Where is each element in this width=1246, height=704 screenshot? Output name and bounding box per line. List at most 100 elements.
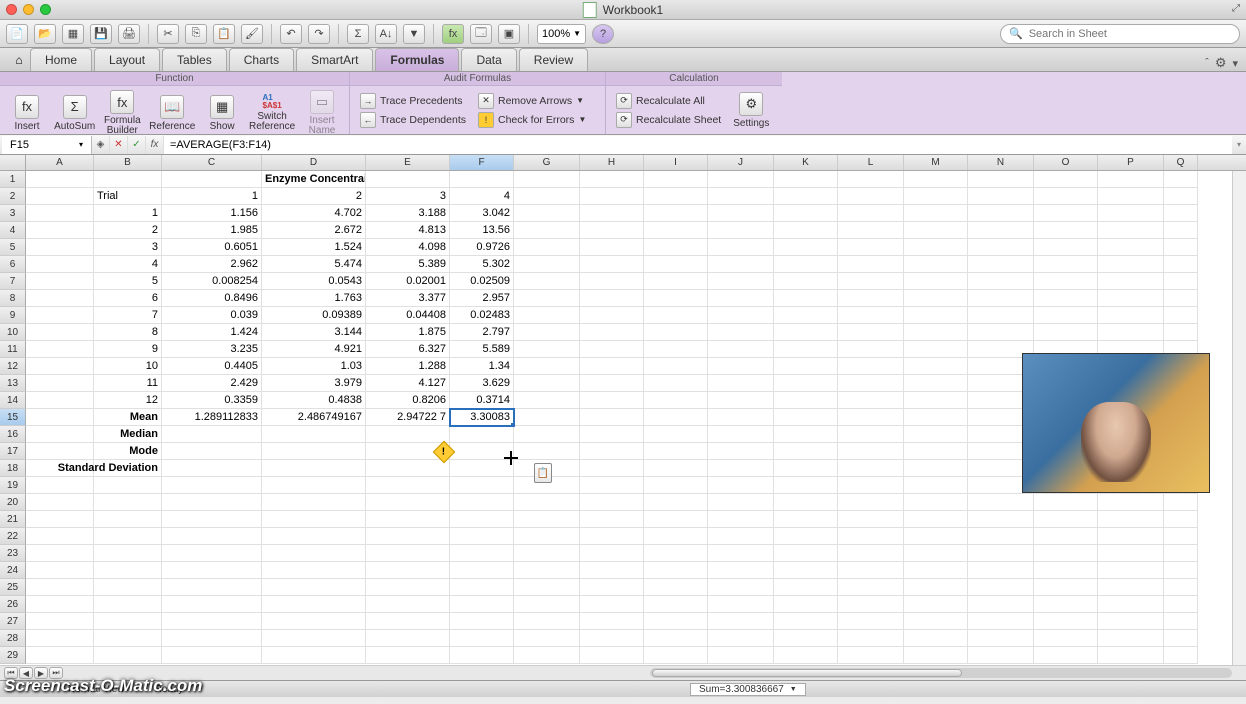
cell-N8[interactable] [968, 290, 1034, 307]
cell-M16[interactable] [904, 426, 968, 443]
column-header-L[interactable]: L [838, 155, 904, 170]
cell-H12[interactable] [580, 358, 644, 375]
cell-J29[interactable] [708, 647, 774, 664]
cell-H23[interactable] [580, 545, 644, 562]
cell-A28[interactable] [26, 630, 94, 647]
cell-M23[interactable] [904, 545, 968, 562]
formula-input[interactable]: =AVERAGE(F3:F14) [164, 136, 1232, 154]
cell-G23[interactable] [514, 545, 580, 562]
cell-B24[interactable] [94, 562, 162, 579]
cell-B6[interactable]: 4 [94, 256, 162, 273]
cell-Q9[interactable] [1164, 307, 1198, 324]
cell-L28[interactable] [838, 630, 904, 647]
cell-B25[interactable] [94, 579, 162, 596]
media-button[interactable]: ▣ [498, 24, 520, 44]
cell-A3[interactable] [26, 205, 94, 222]
cell-L3[interactable] [838, 205, 904, 222]
cell-D2[interactable]: 2 [262, 188, 366, 205]
help-button[interactable]: ? [592, 24, 614, 44]
cell-L14[interactable] [838, 392, 904, 409]
tab-layout[interactable]: Layout [94, 48, 160, 71]
row-header[interactable]: 4 [0, 222, 26, 239]
cell-J5[interactable] [708, 239, 774, 256]
cell-B27[interactable] [94, 613, 162, 630]
cell-C13[interactable]: 2.429 [162, 375, 262, 392]
cell-E14[interactable]: 0.8206 [366, 392, 450, 409]
search-input[interactable] [1029, 28, 1231, 40]
cell-J8[interactable] [708, 290, 774, 307]
cell-P7[interactable] [1098, 273, 1164, 290]
row-header[interactable]: 12 [0, 358, 26, 375]
cell-K15[interactable] [774, 409, 838, 426]
cell-D4[interactable]: 2.672 [262, 222, 366, 239]
cell-K8[interactable] [774, 290, 838, 307]
cell-M1[interactable] [904, 171, 968, 188]
cell-K22[interactable] [774, 528, 838, 545]
cell-H26[interactable] [580, 596, 644, 613]
cell-O10[interactable] [1034, 324, 1098, 341]
cell-E26[interactable] [366, 596, 450, 613]
print-button[interactable]: 🖨 [118, 24, 140, 44]
cell-O23[interactable] [1034, 545, 1098, 562]
cell-Q2[interactable] [1164, 188, 1198, 205]
cell-C6[interactable]: 2.962 [162, 256, 262, 273]
tab-charts[interactable]: Charts [229, 48, 294, 71]
cell-N7[interactable] [968, 273, 1034, 290]
cell-P5[interactable] [1098, 239, 1164, 256]
cell-C2[interactable]: 1 [162, 188, 262, 205]
cell-C4[interactable]: 1.985 [162, 222, 262, 239]
cell-H14[interactable] [580, 392, 644, 409]
cell-E11[interactable]: 6.327 [366, 341, 450, 358]
cancel-formula-button[interactable]: ✕ [110, 136, 128, 154]
cell-L5[interactable] [838, 239, 904, 256]
cell-A25[interactable] [26, 579, 94, 596]
formula-builder-button[interactable]: fx Formula Builder [101, 88, 143, 138]
cell-M10[interactable] [904, 324, 968, 341]
insert-function-button[interactable]: fx Insert [6, 93, 48, 134]
cell-K4[interactable] [774, 222, 838, 239]
cell-D12[interactable]: 1.03 [262, 358, 366, 375]
switch-reference-button[interactable]: A1 $A$1 Switch Reference [247, 92, 297, 134]
cell-C15[interactable]: 1.289112833 [162, 409, 262, 426]
cell-I26[interactable] [644, 596, 708, 613]
cell-F1[interactable] [450, 171, 514, 188]
cell-N27[interactable] [968, 613, 1034, 630]
cell-G3[interactable] [514, 205, 580, 222]
cell-P21[interactable] [1098, 511, 1164, 528]
cell-N6[interactable] [968, 256, 1034, 273]
cell-I10[interactable] [644, 324, 708, 341]
cell-K18[interactable] [774, 460, 838, 477]
cell-F6[interactable]: 5.302 [450, 256, 514, 273]
row-header[interactable]: 22 [0, 528, 26, 545]
cell-D1[interactable]: Enzyme Concentraiton Drops [262, 171, 366, 188]
cell-I23[interactable] [644, 545, 708, 562]
cell-H29[interactable] [580, 647, 644, 664]
cell-P1[interactable] [1098, 171, 1164, 188]
cell-A10[interactable] [26, 324, 94, 341]
cell-F14[interactable]: 0.3714 [450, 392, 514, 409]
cell-Q1[interactable] [1164, 171, 1198, 188]
tab-data[interactable]: Data [461, 48, 516, 71]
cell-E27[interactable] [366, 613, 450, 630]
cell-M2[interactable] [904, 188, 968, 205]
cell-C20[interactable] [162, 494, 262, 511]
cell-J13[interactable] [708, 375, 774, 392]
cell-G24[interactable] [514, 562, 580, 579]
autofill-options-button[interactable]: 📋 [534, 463, 552, 483]
cell-E19[interactable] [366, 477, 450, 494]
cell-M13[interactable] [904, 375, 968, 392]
cell-G21[interactable] [514, 511, 580, 528]
cell-F9[interactable]: 0.02483 [450, 307, 514, 324]
cell-O1[interactable] [1034, 171, 1098, 188]
cell-O8[interactable] [1034, 290, 1098, 307]
cell-J11[interactable] [708, 341, 774, 358]
cell-F25[interactable] [450, 579, 514, 596]
cell-O6[interactable] [1034, 256, 1098, 273]
cell-L22[interactable] [838, 528, 904, 545]
row-header[interactable]: 1 [0, 171, 26, 188]
cell-N25[interactable] [968, 579, 1034, 596]
cell-D6[interactable]: 5.474 [262, 256, 366, 273]
cell-L6[interactable] [838, 256, 904, 273]
cell-J15[interactable] [708, 409, 774, 426]
row-header[interactable]: 28 [0, 630, 26, 647]
